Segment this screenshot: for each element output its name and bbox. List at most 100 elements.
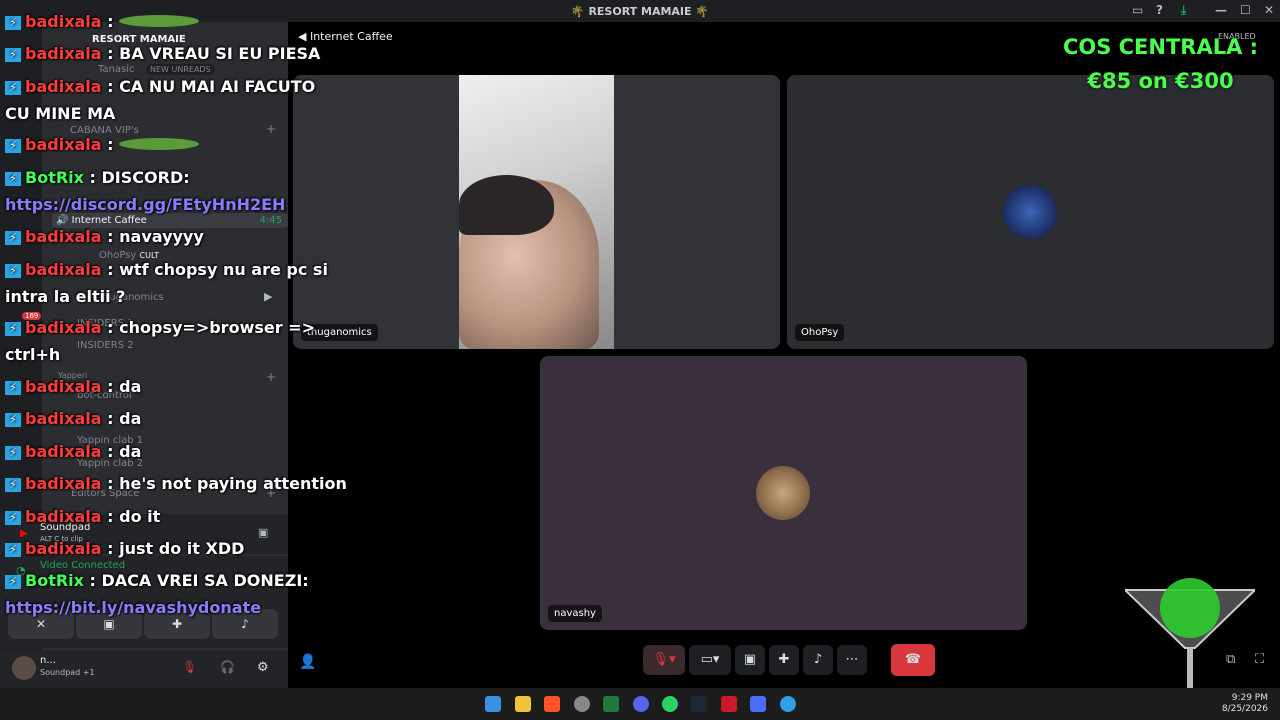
channel-insiders-2[interactable]: INSIDERS 2: [77, 340, 134, 351]
chat-username: badixala: [25, 539, 102, 558]
camera-button[interactable]: ▭▾: [689, 644, 731, 675]
badge-icon: ⚡: [5, 321, 21, 336]
app-icon[interactable]: [750, 696, 766, 712]
chat-text: : he's not paying attention: [107, 474, 347, 493]
channel-tanasic[interactable]: Tanasic: [98, 64, 135, 75]
add-channel-icon[interactable]: +: [266, 370, 276, 384]
chat-link: https://bit.ly/navashydonate: [5, 600, 261, 616]
chat-username: badixala: [25, 377, 102, 396]
badge-icon: ⚡: [5, 477, 21, 492]
activities-icon: ✚: [778, 652, 790, 667]
channel-label: Internet Caffee: [71, 215, 147, 226]
chat-message-continued: intra la eltii ?: [5, 289, 125, 305]
chat-text: :: [107, 135, 114, 154]
chat-text: : da: [107, 377, 142, 396]
mute-button[interactable]: 🎙▾: [643, 644, 685, 675]
camera-icon: ▶: [264, 290, 273, 303]
activities-button[interactable]: ✚: [769, 644, 799, 675]
chat-text: : CA NU MAI AI FACUTO: [107, 77, 316, 96]
user-panel: n... Soundpad +1 🎙 🎧 ⚙: [0, 650, 288, 688]
chat-message: ⚡ badixala : chopsy=>browser =>: [5, 320, 315, 336]
minimize-button[interactable]: —: [1215, 3, 1227, 17]
camera-off-icon: ✕: [35, 617, 47, 631]
discord-icon[interactable]: [633, 696, 649, 712]
chat-text: : BA VREAU SI EU PIESA: [107, 44, 321, 63]
badge-icon: ⚡: [5, 412, 21, 427]
activities-icon: ✚: [171, 617, 183, 631]
badge-icon: ⚡: [5, 230, 21, 245]
badge-icon: ⚡: [5, 47, 21, 62]
fullscreen-icon[interactable]: ⛶: [1255, 652, 1264, 667]
badge-icon: ⚡: [5, 445, 21, 460]
windows-start-icon[interactable]: [485, 696, 501, 712]
new-unreads-pill[interactable]: NEW UNREADS: [146, 64, 215, 75]
badge-icon: ⚡: [5, 510, 21, 525]
badge-icon: ⚡: [5, 80, 21, 95]
chat-message: ⚡ badixala : da: [5, 411, 141, 427]
share-screen-button[interactable]: ▣: [735, 644, 765, 675]
mic-muted-icon[interactable]: 🎙: [182, 660, 197, 674]
chat-username: badixala: [25, 135, 102, 154]
pepe-emote-icon: [119, 138, 200, 150]
participant-tile-thuganomics[interactable]: thuganomics: [293, 75, 780, 349]
clock-date: 8/25/2026: [1221, 704, 1268, 714]
chat-message-continued: ctrl+h: [5, 347, 60, 363]
screen-icon[interactable]: ▣: [258, 526, 268, 539]
chat-link: https://discord.gg/FEtyHnH2EH: [5, 197, 285, 213]
gear-icon[interactable]: ⚙: [257, 660, 269, 675]
inbox-icon[interactable]: ▭: [1132, 3, 1143, 17]
participant-tile-navashy[interactable]: navashy: [540, 356, 1027, 630]
steam-icon[interactable]: [691, 696, 707, 712]
help-icon[interactable]: ?: [1156, 3, 1163, 17]
chat-username: badixala: [25, 318, 102, 337]
chatgpt-icon[interactable]: [574, 696, 590, 712]
chat-message: ⚡ badixala : navayyyy: [5, 229, 204, 245]
avatar: [756, 466, 810, 520]
chat-message: ⚡ badixala : CA NU MAI AI FACUTO: [5, 79, 315, 95]
excel-icon[interactable]: [603, 696, 619, 712]
soundboard-button[interactable]: ♪: [803, 644, 833, 675]
voice-channel-internet-caffee[interactable]: 🔊 Internet Caffee 4:45: [52, 213, 288, 228]
badge-icon: ⚡: [5, 380, 21, 395]
chat-text: : do it: [107, 507, 161, 526]
system-clock[interactable]: 9:29 PM 8/25/2026: [1222, 693, 1268, 715]
badge-icon: ⚡: [5, 138, 21, 153]
donation-goal-overlay: COS CENTRALA : €85 on €300: [1038, 30, 1280, 98]
more-icon: ⋯: [845, 652, 859, 667]
end-call-button[interactable]: ☎: [891, 643, 935, 676]
media-player-icon[interactable]: [721, 696, 737, 712]
pepe-emote-icon: [119, 15, 200, 27]
chat-message: ⚡ badixala : just do it XDD: [5, 541, 244, 557]
brave-browser-icon[interactable]: [544, 696, 560, 712]
call-header: ◀ Internet Caffee: [298, 30, 393, 43]
chat-text: : navayyyy: [107, 227, 204, 246]
close-button[interactable]: ✕: [1264, 3, 1274, 17]
window-title: 🌴 RESORT MAMAIE 🌴: [570, 4, 710, 18]
chat-username: badixala: [25, 260, 102, 279]
chat-username: BotRix: [25, 168, 84, 187]
maximize-button[interactable]: ☐: [1240, 3, 1251, 17]
chat-username: badixala: [25, 227, 102, 246]
browser-icon[interactable]: [780, 696, 796, 712]
chat-message: ⚡ badixala : BA VREAU SI EU PIESA: [5, 46, 320, 62]
speaker-icon: 🔊: [56, 215, 72, 226]
mic-muted-icon: 🎙▾: [652, 652, 676, 667]
badge-icon: ⚡: [5, 542, 21, 557]
whatsapp-icon[interactable]: [662, 696, 678, 712]
avatar[interactable]: [12, 656, 36, 680]
chat-text: intra la eltii ?: [5, 287, 126, 306]
add-person-icon[interactable]: 👤: [299, 654, 316, 670]
participant-tile-ohopsy[interactable]: OhoPsy: [787, 75, 1274, 349]
chat-text: CU MINE MA: [5, 104, 116, 123]
soundboard-icon: ♪: [241, 617, 249, 631]
add-channel-icon[interactable]: +: [266, 122, 276, 136]
file-explorer-icon[interactable]: [515, 696, 531, 712]
more-options-button[interactable]: ⋯: [837, 644, 867, 675]
chat-text: :: [107, 12, 114, 31]
download-icon[interactable]: ⤓: [1181, 3, 1186, 18]
share-screen-icon: ▣: [103, 617, 115, 631]
headphones-icon[interactable]: 🎧: [220, 660, 235, 674]
share-screen-icon: ▣: [743, 652, 757, 667]
chat-link-text: https://discord.gg/FEtyHnH2EH: [5, 195, 286, 214]
chat-message: ⚡ badixala : he's not paying attention: [5, 476, 347, 492]
